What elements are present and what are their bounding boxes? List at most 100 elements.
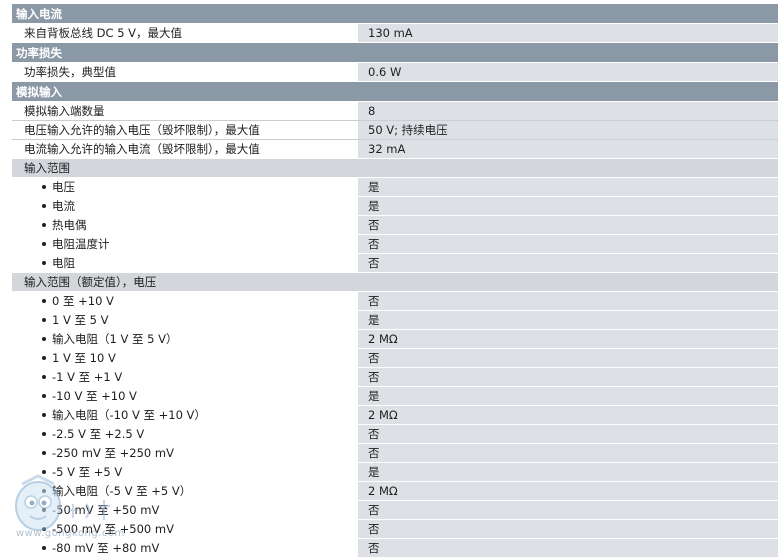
spec-row: -1 V 至 +1 V 否 bbox=[12, 368, 778, 387]
spec-label: -1 V 至 +1 V bbox=[12, 368, 358, 386]
spec-value: 0.6 W bbox=[358, 63, 778, 81]
spec-label: 电阻温度计 bbox=[12, 235, 358, 253]
spec-value: 是 bbox=[358, 311, 778, 329]
spec-label-text: 1 V 至 10 V bbox=[52, 351, 116, 365]
spec-label: 输入电阻（-10 V 至 +10 V） bbox=[12, 406, 358, 424]
spec-label-text: 输入电阻（1 V 至 5 V） bbox=[52, 332, 178, 346]
spec-label: 0 至 +10 V bbox=[12, 292, 358, 310]
spec-row: -250 mV 至 +250 mV 否 bbox=[12, 444, 778, 463]
spec-label-text: 0 至 +10 V bbox=[52, 294, 114, 308]
section-title: 输入电流 bbox=[16, 6, 62, 21]
spec-label-text: -250 mV 至 +250 mV bbox=[52, 446, 174, 460]
spec-label: 电流输入允许的输入电流（毁坏限制），最大值 bbox=[12, 140, 358, 158]
spec-row: 模拟输入端数量 8 bbox=[12, 102, 778, 121]
spec-label: 来自背板总线 DC 5 V，最大值 bbox=[12, 24, 358, 42]
spec-value: 否 bbox=[358, 444, 778, 462]
spec-label-text: 热电偶 bbox=[52, 218, 87, 232]
spec-label: 功率损失，典型值 bbox=[12, 63, 358, 81]
spec-label: 输入电阻（1 V 至 5 V） bbox=[12, 330, 358, 348]
spec-value: 是 bbox=[358, 387, 778, 405]
spec-value: 130 mA bbox=[358, 24, 778, 42]
bullet-icon bbox=[42, 185, 46, 189]
spec-row: 电流 是 bbox=[12, 197, 778, 216]
spec-value: 否 bbox=[358, 368, 778, 386]
group-header-input-range-voltage: 输入范围（额定值），电压 bbox=[12, 273, 778, 292]
mascot-logo-icon bbox=[15, 474, 110, 531]
spec-row: 电阻 否 bbox=[12, 254, 778, 273]
spec-label: 电压 bbox=[12, 178, 358, 196]
spec-row: 电压 是 bbox=[12, 178, 778, 197]
spec-label-text: -10 V 至 +10 V bbox=[52, 389, 137, 403]
spec-value: 否 bbox=[358, 254, 778, 272]
spec-label-text: 电流 bbox=[52, 199, 75, 213]
spec-row: -10 V 至 +10 V 是 bbox=[12, 387, 778, 406]
section-title: 功率损失 bbox=[16, 45, 62, 60]
spec-value: 否 bbox=[358, 539, 778, 557]
spec-row: 0 至 +10 V 否 bbox=[12, 292, 778, 311]
spec-row: 功率损失，典型值 0.6 W bbox=[12, 63, 778, 82]
spec-row: 1 V 至 5 V 是 bbox=[12, 311, 778, 330]
spec-label: 电压输入允许的输入电压（毁坏限制），最大值 bbox=[12, 121, 358, 139]
spec-row: 来自背板总线 DC 5 V，最大值 130 mA bbox=[12, 24, 778, 43]
spec-value: 否 bbox=[358, 501, 778, 519]
group-header-input-range: 输入范围 bbox=[12, 159, 778, 178]
spec-row: 电阻温度计 否 bbox=[12, 235, 778, 254]
spec-row: 1 V 至 10 V 否 bbox=[12, 349, 778, 368]
spec-value: 是 bbox=[358, 178, 778, 196]
bullet-icon bbox=[42, 413, 46, 417]
bullet-icon bbox=[42, 204, 46, 208]
spec-label: -10 V 至 +10 V bbox=[12, 387, 358, 405]
section-title: 模拟输入 bbox=[16, 84, 62, 99]
spec-value: 2 MΩ bbox=[358, 482, 778, 500]
bullet-icon bbox=[42, 375, 46, 379]
spec-value: 2 MΩ bbox=[358, 406, 778, 424]
bullet-icon bbox=[42, 394, 46, 398]
spec-value: 否 bbox=[358, 216, 778, 234]
spec-label: 1 V 至 5 V bbox=[12, 311, 358, 329]
spec-label: 1 V 至 10 V bbox=[12, 349, 358, 367]
spec-row: 输入电阻（1 V 至 5 V） 2 MΩ bbox=[12, 330, 778, 349]
spec-label: -250 mV 至 +250 mV bbox=[12, 444, 358, 462]
spec-value: 是 bbox=[358, 197, 778, 215]
section-header-analog-input: 模拟输入 bbox=[12, 82, 778, 101]
spec-value: 32 mA bbox=[358, 140, 778, 158]
group-title: 输入范围 bbox=[24, 161, 70, 175]
spec-label: 模拟输入端数量 bbox=[12, 102, 358, 120]
spec-row: 电流输入允许的输入电流（毁坏限制），最大值 32 mA bbox=[12, 140, 778, 159]
spec-row: 热电偶 否 bbox=[12, 216, 778, 235]
spec-value: 2 MΩ bbox=[358, 330, 778, 348]
spec-label-text: 1 V 至 5 V bbox=[52, 313, 109, 327]
spec-value: 否 bbox=[358, 349, 778, 367]
watermark-text: www.gongkong.com bbox=[16, 528, 125, 539]
spec-label: 热电偶 bbox=[12, 216, 358, 234]
bullet-icon bbox=[42, 318, 46, 322]
spec-value: 是 bbox=[358, 463, 778, 481]
group-title: 输入范围（额定值），电压 bbox=[24, 275, 157, 289]
spec-label: 电流 bbox=[12, 197, 358, 215]
spec-label: 电阻 bbox=[12, 254, 358, 272]
spec-row: 电压输入允许的输入电压（毁坏限制），最大值 50 V; 持续电压 bbox=[12, 121, 778, 140]
spec-value: 否 bbox=[358, 235, 778, 253]
spec-label-text: 输入电阻（-10 V 至 +10 V） bbox=[52, 408, 206, 422]
bullet-icon bbox=[42, 242, 46, 246]
spec-value: 否 bbox=[358, 292, 778, 310]
spec-value: 8 bbox=[358, 102, 778, 120]
section-header-power-loss: 功率损失 bbox=[12, 43, 778, 62]
spec-value: 否 bbox=[358, 425, 778, 443]
spec-label-text: 电阻 bbox=[52, 256, 75, 270]
spec-label-text: -1 V 至 +1 V bbox=[52, 370, 123, 384]
spec-label-text: 电压 bbox=[52, 180, 75, 194]
bullet-icon bbox=[42, 356, 46, 360]
bullet-icon bbox=[42, 337, 46, 341]
spec-label-text: -2.5 V 至 +2.5 V bbox=[52, 427, 145, 441]
group-items-input-range: 电压是电流是热电偶否电阻温度计否电阻否 bbox=[12, 178, 778, 273]
spec-value: 50 V; 持续电压 bbox=[358, 121, 778, 139]
bullet-icon bbox=[42, 432, 46, 436]
bullet-icon bbox=[42, 451, 46, 455]
bullet-icon bbox=[42, 299, 46, 303]
spec-row: 输入电阻（-10 V 至 +10 V） 2 MΩ bbox=[12, 406, 778, 425]
bullet-icon bbox=[42, 223, 46, 227]
spec-label-text: 电阻温度计 bbox=[52, 237, 110, 251]
section-header-input-current: 输入电流 bbox=[12, 4, 778, 23]
spec-value: 否 bbox=[358, 520, 778, 538]
